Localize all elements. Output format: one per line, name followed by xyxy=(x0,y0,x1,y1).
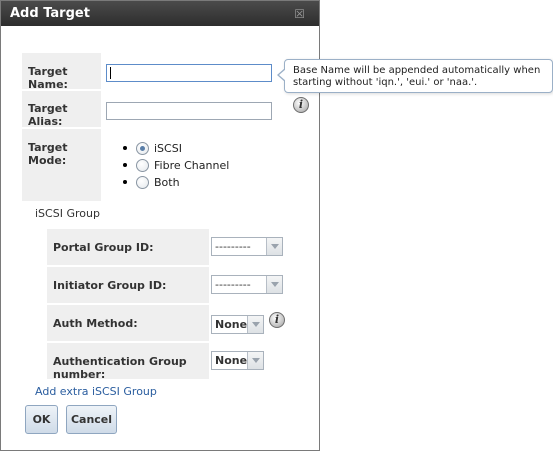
auth-method-label: Auth Method: xyxy=(47,305,209,341)
chevron-down-icon[interactable] xyxy=(247,352,263,369)
dialog-title: Add Target xyxy=(10,6,90,21)
add-target-dialog: Add Target ☒ Target Name: Target Alias: … xyxy=(0,0,320,451)
radio-iscsi[interactable] xyxy=(136,141,149,155)
add-extra-iscsi-group-link[interactable]: Add extra iSCSI Group xyxy=(35,385,157,398)
chevron-down-icon[interactable] xyxy=(266,276,282,293)
radio-fibre-channel-label: Fibre Channel xyxy=(154,158,230,172)
target-name-tooltip: Base Name will be appended automatically… xyxy=(277,59,553,93)
target-mode-option-both[interactable]: Both xyxy=(123,174,180,190)
info-icon[interactable]: i xyxy=(269,312,285,328)
cancel-button[interactable]: Cancel xyxy=(66,405,117,434)
radio-iscsi-label: iSCSI xyxy=(154,141,182,155)
close-icon[interactable]: ☒ xyxy=(294,7,305,21)
auth-group-number-label: Authentication Group number: xyxy=(47,343,209,381)
initiator-group-id-select[interactable]: --------- xyxy=(211,275,283,294)
dialog-titlebar: Add Target ☒ xyxy=(1,1,319,26)
target-name-label: Target Name: xyxy=(22,53,101,91)
portal-group-id-label: Portal Group ID: xyxy=(47,229,209,265)
iscsi-group-title: iSCSI Group xyxy=(35,207,100,220)
radio-fibre-channel[interactable] xyxy=(136,158,149,172)
bullet-icon xyxy=(123,146,127,150)
bullet-icon xyxy=(123,180,127,184)
target-mode-option-iscsi[interactable]: iSCSI xyxy=(123,140,182,156)
portal-group-id-value: --------- xyxy=(215,240,251,253)
radio-both[interactable] xyxy=(136,175,149,189)
auth-method-select[interactable]: None xyxy=(211,315,264,334)
initiator-group-id-label: Initiator Group ID: xyxy=(47,267,209,303)
auth-group-number-select[interactable]: None xyxy=(211,351,264,370)
target-mode-label: Target Mode: xyxy=(22,129,101,201)
chevron-down-icon[interactable] xyxy=(266,238,282,255)
target-mode-option-fibre-channel[interactable]: Fibre Channel xyxy=(123,157,229,173)
text-caret xyxy=(110,67,111,79)
auth-method-value: None xyxy=(215,318,247,331)
bullet-icon xyxy=(123,163,127,167)
initiator-group-id-value: --------- xyxy=(215,278,251,291)
chevron-down-icon[interactable] xyxy=(247,316,263,333)
auth-group-number-value: None xyxy=(215,354,247,367)
portal-group-id-select[interactable]: --------- xyxy=(211,237,283,256)
info-icon[interactable]: i xyxy=(293,97,309,113)
target-alias-label: Target Alias: xyxy=(22,91,101,128)
radio-both-label: Both xyxy=(154,175,180,189)
ok-button[interactable]: OK xyxy=(25,405,58,434)
target-alias-input[interactable] xyxy=(106,102,272,120)
target-name-input[interactable] xyxy=(106,64,272,82)
